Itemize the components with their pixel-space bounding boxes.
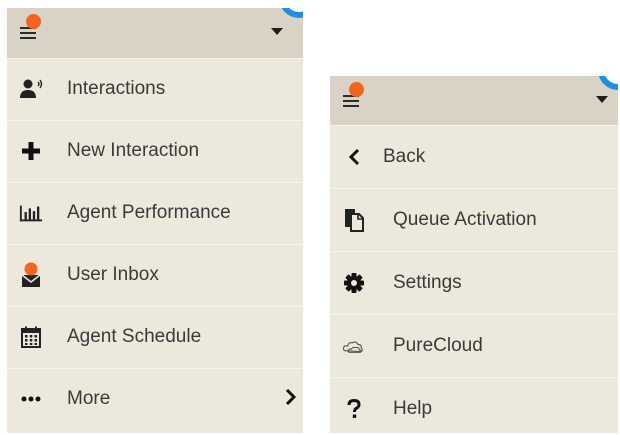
caret-down-icon[interactable]	[596, 96, 608, 103]
menu-item-interactions[interactable]: Interactions	[7, 58, 303, 120]
menu-item-label: New Interaction	[67, 140, 200, 161]
more-menu-panel: Back Queue Activation Settings PureCloud…	[330, 76, 618, 433]
plus-icon	[19, 139, 43, 163]
notification-dot	[26, 14, 41, 29]
copy-icon	[342, 208, 366, 232]
caret-down-icon[interactable]	[271, 28, 283, 35]
avatar[interactable]	[279, 8, 303, 18]
bar-chart-icon	[19, 201, 43, 225]
menu-item-agent-performance[interactable]: Agent Performance	[7, 182, 303, 244]
menu-item-label: Agent Schedule	[67, 326, 202, 347]
question-icon	[342, 397, 366, 421]
menu-item-new-interaction[interactable]: New Interaction	[7, 120, 303, 182]
menu-item-settings[interactable]: Settings	[330, 251, 618, 314]
ellipsis-icon	[19, 387, 43, 411]
menu-item-label: Back	[383, 145, 426, 167]
menu-header	[330, 76, 618, 125]
menu-item-help[interactable]: Help	[330, 377, 618, 433]
menu-item-label: Agent Performance	[67, 202, 231, 223]
menu-item-queue-activation[interactable]: Queue Activation	[330, 188, 618, 251]
main-menu-panel: Interactions New Interaction Agent Perfo…	[7, 8, 303, 433]
menu-item-label: Settings	[393, 271, 462, 293]
menu-item-user-inbox[interactable]: User Inbox	[7, 244, 303, 306]
menu-item-agent-schedule[interactable]: Agent Schedule	[7, 306, 303, 368]
chevron-right-icon	[285, 388, 297, 411]
agent-icon	[19, 77, 43, 101]
inbox-icon	[19, 262, 43, 287]
calendar-icon	[19, 325, 43, 349]
chevron-left-icon	[342, 145, 366, 169]
menu-item-label: PureCloud	[393, 334, 483, 356]
cloud-icon	[342, 334, 366, 358]
menu-item-more[interactable]: More	[7, 368, 303, 430]
menu-item-label: Help	[393, 397, 433, 419]
menu-item-purecloud[interactable]: PureCloud	[330, 314, 618, 377]
menu-item-label: More	[67, 388, 111, 409]
menu-header	[7, 8, 303, 58]
gear-icon	[342, 271, 366, 295]
notification-dot	[349, 82, 364, 97]
menu-item-label: Queue Activation	[393, 208, 537, 230]
menu-item-label: Interactions	[67, 78, 166, 99]
menu-item-label: User Inbox	[67, 264, 159, 285]
avatar[interactable]	[598, 76, 618, 90]
menu-item-back[interactable]: Back	[330, 125, 618, 188]
